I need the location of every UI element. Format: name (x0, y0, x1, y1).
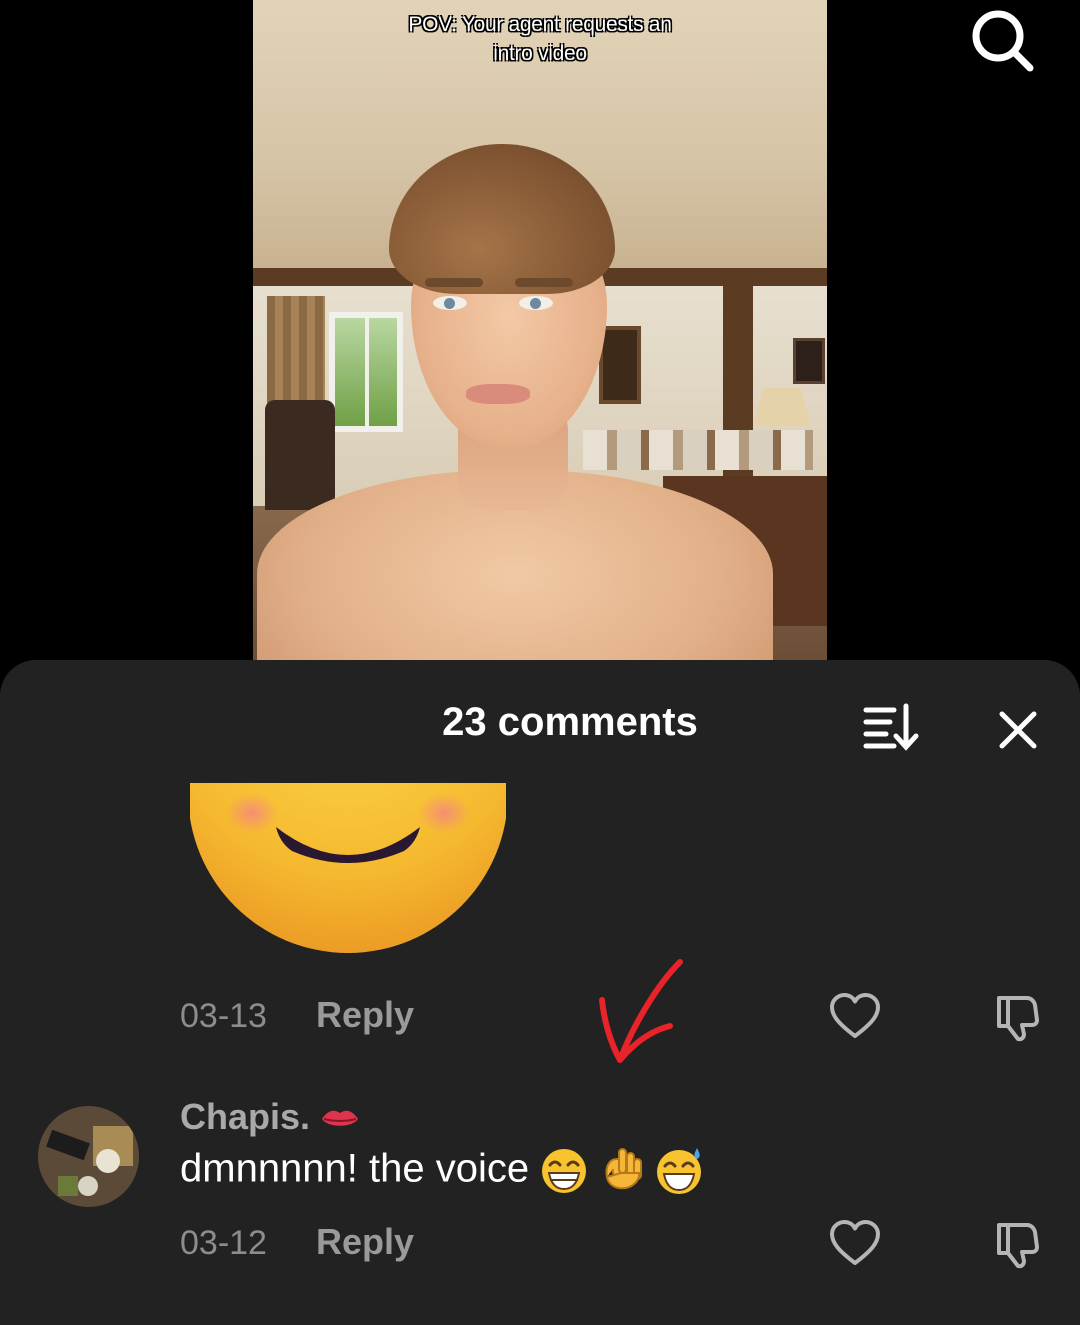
search-icon (972, 10, 1034, 72)
heart-icon (830, 993, 880, 1038)
smiling-face-sticker (190, 783, 506, 953)
close-icon (999, 711, 1037, 749)
sort-icon (863, 703, 919, 751)
like-button[interactable] (829, 992, 881, 1040)
comment-username[interactable]: Chapis. (180, 1096, 360, 1138)
lips-emoji-icon (322, 1111, 359, 1127)
username-text: Chapis. (180, 1096, 311, 1137)
like-button[interactable] (829, 1219, 881, 1267)
heart-icon (830, 1220, 880, 1265)
close-button[interactable] (990, 702, 1046, 758)
dislike-button[interactable] (991, 1219, 1043, 1269)
search-button[interactable] (966, 4, 1038, 76)
grinning-sweat-emoji-icon (656, 1148, 701, 1194)
video-caption: POV: Your agent requests an intro video (253, 10, 827, 68)
ok-hand-emoji-icon (605, 1148, 643, 1190)
dislike-icon (997, 1223, 1039, 1269)
video-caption-line: intro video (493, 42, 587, 65)
comment-date: 03-13 (180, 997, 267, 1035)
comment-text: dmnnnnn! the voice (180, 1146, 705, 1196)
sort-button[interactable] (858, 700, 922, 754)
reply-button[interactable]: Reply (316, 994, 414, 1036)
comment-text-content: dmnnnnn! the voice (180, 1146, 530, 1191)
video-caption-line: POV: Your agent requests an (408, 13, 672, 36)
reply-button[interactable]: Reply (316, 1221, 414, 1263)
avatar[interactable] (38, 1106, 139, 1207)
video-player[interactable] (253, 0, 827, 660)
grinning-face-emoji-icon (542, 1149, 587, 1193)
comment-date: 03-12 (180, 1224, 267, 1262)
dislike-button[interactable] (991, 992, 1043, 1042)
comments-sheet: 23 comments 03-13 Reply Chapis. dmnnnnn!… (0, 660, 1080, 1325)
video-person (253, 0, 827, 660)
red-checkmark-annotation (599, 959, 683, 1063)
dislike-icon (997, 996, 1039, 1042)
